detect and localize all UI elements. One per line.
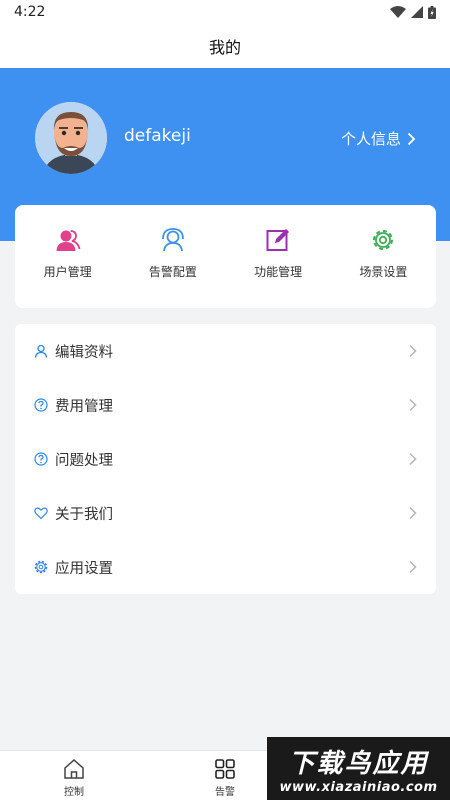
question-circle-icon xyxy=(34,398,48,412)
settings-menu: 编辑资料 费用管理 问题处理 关于我们 应用设置 xyxy=(15,324,436,594)
menu-item-issue-handling[interactable]: 问题处理 xyxy=(15,432,436,486)
avatar-illustration xyxy=(35,102,107,174)
title-bar: 我的 xyxy=(0,24,450,68)
page-title: 我的 xyxy=(208,38,241,57)
watermark-title: 下载鸟应用 xyxy=(288,748,429,779)
wifi-icon xyxy=(390,6,406,18)
quick-action-alarm-config[interactable]: 告警配置 xyxy=(120,205,225,308)
quick-action-function-management[interactable]: 功能管理 xyxy=(226,205,331,308)
personal-info-label: 个人信息 xyxy=(340,130,401,148)
quick-actions-card: 用户管理 告警配置 功能管理 场景设置 xyxy=(15,205,436,308)
signal-icon xyxy=(411,6,423,18)
tab-label: 告警 xyxy=(215,787,235,798)
menu-item-label: 应用设置 xyxy=(55,560,113,577)
quick-action-label: 用户管理 xyxy=(43,265,92,279)
gear-icon xyxy=(373,230,394,250)
quick-action-label: 功能管理 xyxy=(254,265,303,279)
quick-action-label: 告警配置 xyxy=(148,265,197,279)
menu-item-label: 费用管理 xyxy=(55,398,113,415)
menu-item-app-settings[interactable]: 应用设置 xyxy=(15,540,436,594)
avatar[interactable] xyxy=(35,102,107,174)
menu-item-label: 编辑资料 xyxy=(55,344,113,361)
menu-item-edit-profile[interactable]: 编辑资料 xyxy=(15,324,436,378)
tab-label: 控制 xyxy=(64,787,84,798)
quick-action-label: 场景设置 xyxy=(359,265,408,279)
home-icon xyxy=(64,758,84,779)
menu-item-label: 问题处理 xyxy=(55,452,113,469)
edit-icon xyxy=(266,229,290,251)
chevron-right-icon xyxy=(409,506,417,520)
quick-action-scene-settings[interactable]: 场景设置 xyxy=(331,205,436,308)
chevron-right-icon xyxy=(409,344,417,358)
users-icon xyxy=(56,230,81,251)
site-watermark: 下载鸟应用 www.xiazainiao.com xyxy=(267,737,450,800)
chevron-right-icon xyxy=(409,398,417,412)
chevron-right-icon xyxy=(409,560,417,574)
status-time: 4:22 xyxy=(14,4,46,20)
menu-item-about-us[interactable]: 关于我们 xyxy=(15,486,436,540)
user-icon xyxy=(34,344,48,358)
watermark-url: www.xiazainiao.com xyxy=(279,779,438,795)
chevron-right-icon xyxy=(409,452,417,466)
personal-info-link[interactable]: 个人信息 xyxy=(341,128,416,149)
tab-alarm[interactable]: 告警 xyxy=(213,757,237,798)
chevron-right-icon xyxy=(407,132,416,145)
tab-control[interactable]: 控制 xyxy=(62,757,86,798)
status-bar: 4:22 xyxy=(0,0,450,24)
quick-action-user-management[interactable]: 用户管理 xyxy=(15,205,120,308)
grid-icon xyxy=(215,759,235,779)
battery-icon xyxy=(428,5,436,19)
alarm-user-icon xyxy=(161,228,184,252)
username: defakeji xyxy=(124,126,191,146)
menu-item-label: 关于我们 xyxy=(55,506,113,523)
menu-item-fee-management[interactable]: 费用管理 xyxy=(15,378,436,432)
heart-icon xyxy=(34,507,48,520)
gear-icon xyxy=(34,560,48,574)
question-circle-icon xyxy=(34,452,48,466)
status-icons xyxy=(390,5,436,19)
